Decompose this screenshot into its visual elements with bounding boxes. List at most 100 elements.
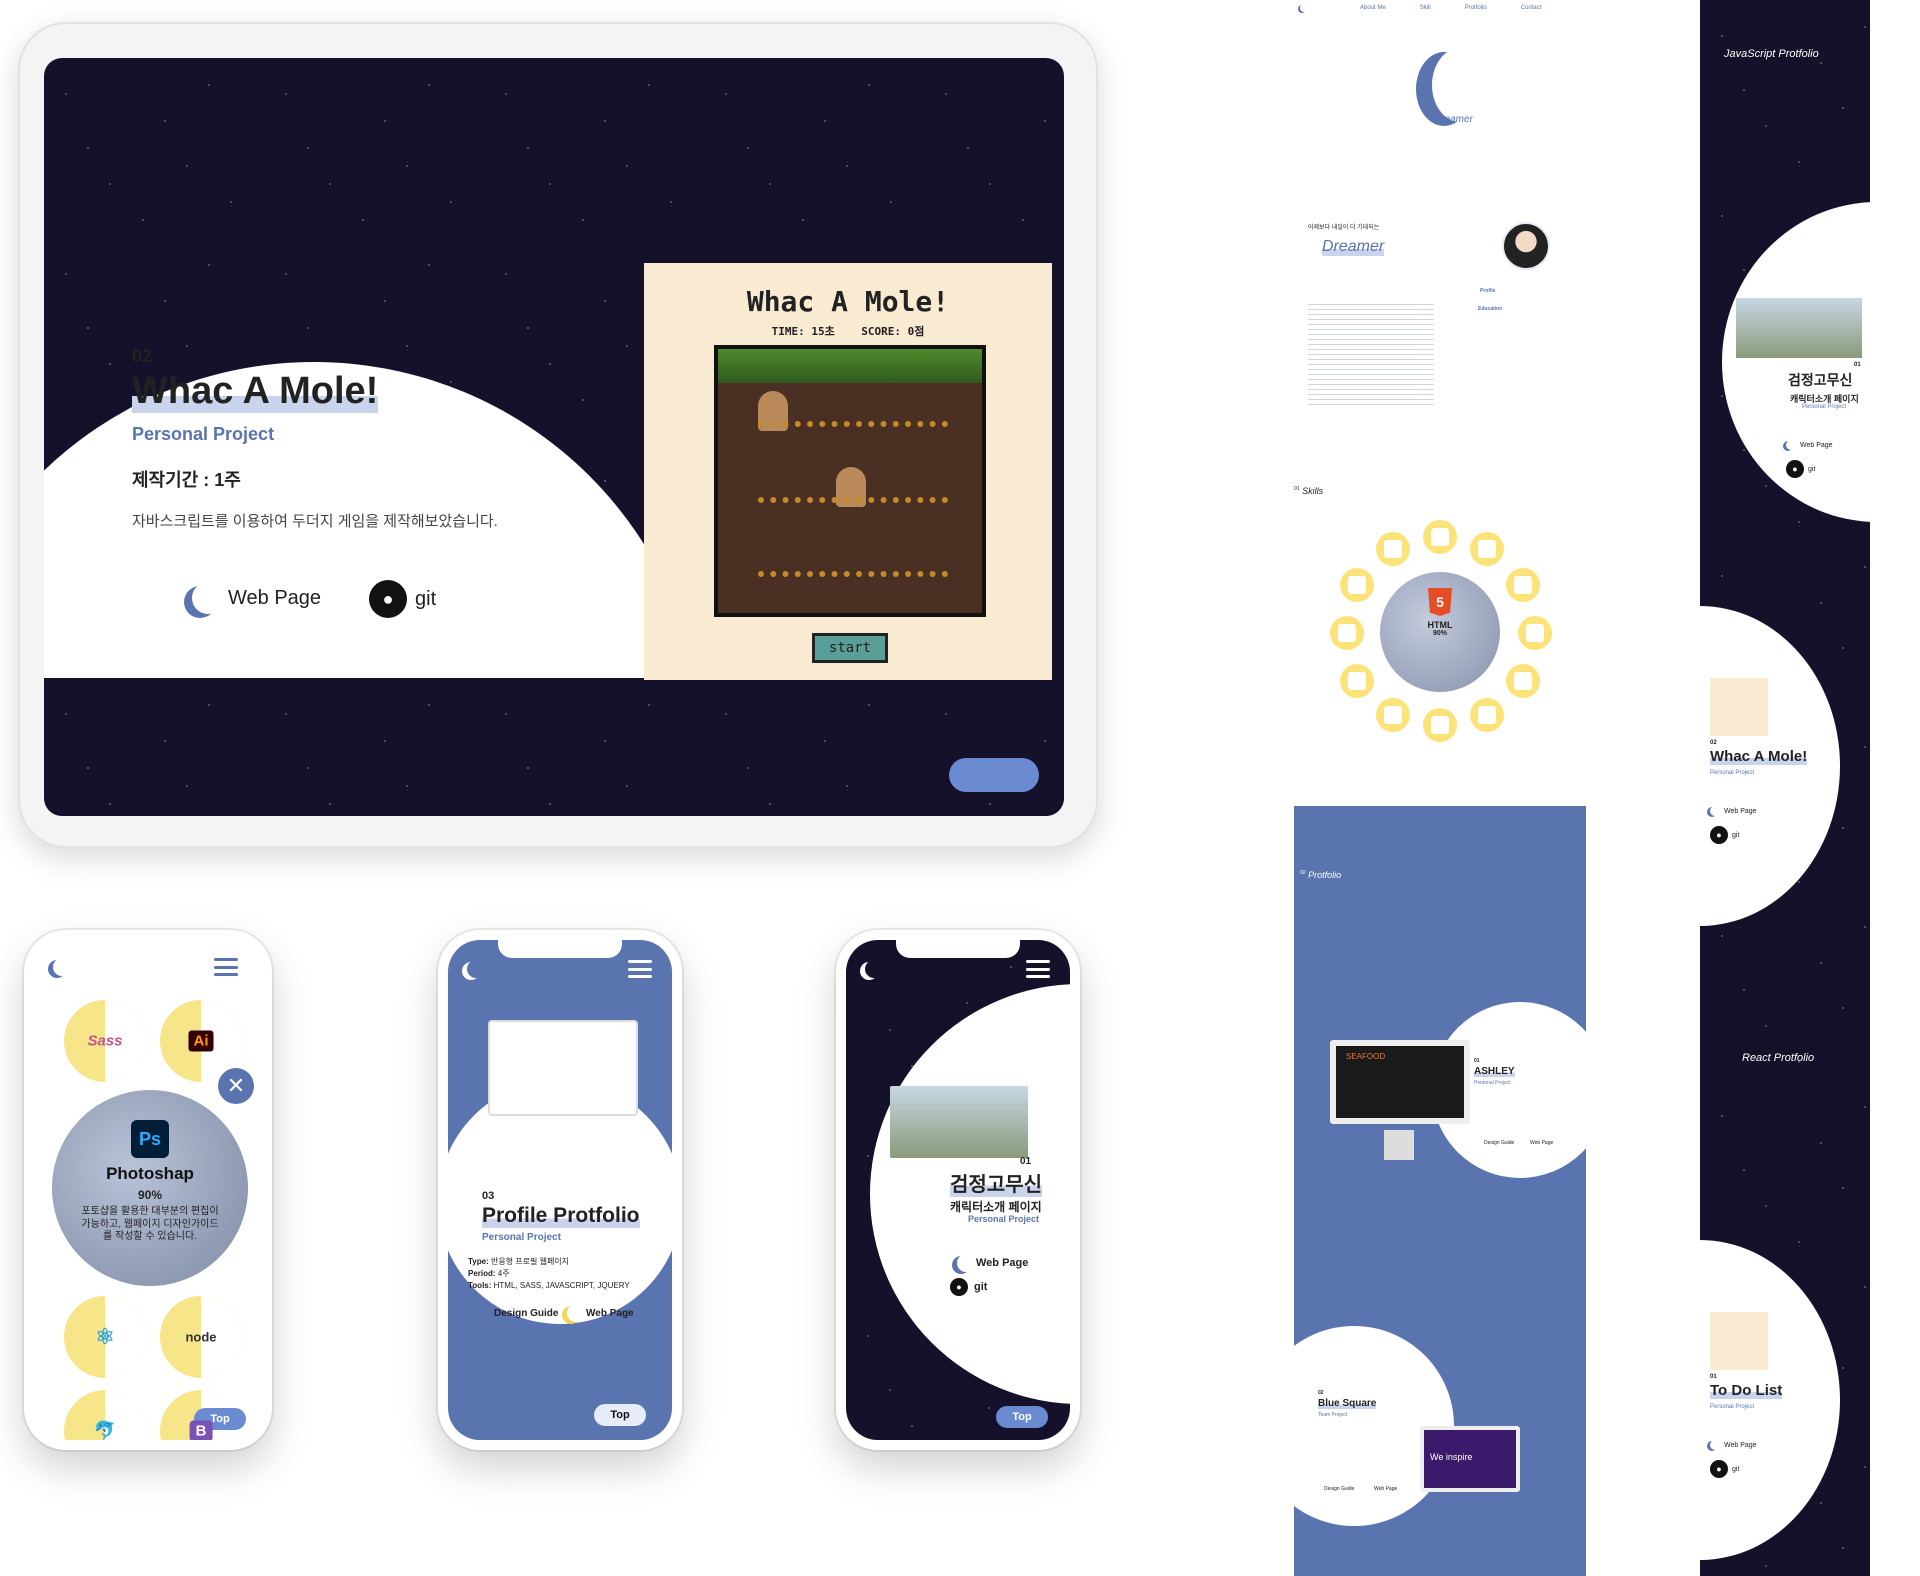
menu-icon[interactable]: [214, 958, 238, 976]
top-button[interactable]: Top: [996, 1406, 1048, 1428]
skill-bubble[interactable]: [1376, 698, 1410, 732]
phone2-top-bar: [462, 960, 652, 978]
git-link[interactable]: ● git: [950, 1278, 987, 1296]
ashley-web-link[interactable]: Web Page: [1530, 1140, 1553, 1146]
strip-item-3-web[interactable]: Web Page: [1710, 1440, 1757, 1450]
education-label: Education: [1478, 306, 1503, 312]
top-button[interactable]: Top: [594, 1404, 646, 1426]
hole-row-2: [758, 497, 948, 507]
logo-moon: [1432, 48, 1488, 122]
skill-ring: 5 HTML 90%: [1330, 520, 1552, 742]
skill-description: 포토샵을 활용한 대부분의 편집이 가능하고, 웹페이지 디자인가이드를 작성할…: [81, 1206, 219, 1242]
skill-bubble[interactable]: [1376, 532, 1410, 566]
phone1-top-bar: [48, 958, 238, 976]
number: 03: [482, 1190, 495, 1202]
nav-about[interactable]: About Me: [1360, 5, 1386, 11]
blue-square-monitor: We inspire: [1420, 1426, 1520, 1492]
tablet-screen: 02 Whac A Mole! Personal Project 제작기간 : …: [44, 58, 1064, 816]
character-image: [890, 1086, 1028, 1158]
strip-item-3-image: [1710, 1312, 1768, 1370]
about-paragraph: [1308, 300, 1434, 408]
html-moon: 5 HTML 90%: [1380, 572, 1500, 692]
skill-chip-react[interactable]: ⚛: [64, 1296, 146, 1378]
project-number: 02: [132, 346, 153, 366]
web-page-link[interactable]: Web Page: [184, 582, 321, 614]
ashley-monitor-stand: [1384, 1130, 1414, 1160]
skill-bubble[interactable]: [1518, 616, 1552, 650]
strip-item-1-git[interactable]: ● git: [1786, 460, 1815, 478]
web-page-link[interactable]: Web Page: [562, 1304, 634, 1322]
skill-percent: 90%: [137, 1188, 163, 1202]
web-page-label: Web Page: [228, 586, 322, 609]
strip-item-1-web[interactable]: Web Page: [1786, 440, 1833, 450]
skill-chip-sass[interactable]: Sass: [64, 1000, 146, 1082]
github-icon: ●: [950, 1278, 968, 1296]
blue-title: Blue Square: [1318, 1398, 1377, 1409]
desktop-nav: About Me Skill Protfolio Contact: [1300, 4, 1580, 12]
nav-protfolio[interactable]: Protfolio: [1465, 5, 1487, 11]
github-icon: ●: [369, 580, 407, 618]
phone-notch: [498, 940, 622, 958]
html5-icon: 5: [1428, 588, 1452, 616]
project-subtitle: Personal Project: [132, 424, 275, 444]
close-icon[interactable]: ✕: [218, 1068, 254, 1104]
phone-profile: 03 Profile Protfolio Personal Project Ty…: [438, 930, 682, 1450]
profile-label: Profile: [1480, 288, 1496, 294]
react-icon: ⚛: [95, 1324, 115, 1349]
phone-skills-screen: Sass Ai Ps Photoshap 90% 포토샵을 활용한 대부분의 편…: [34, 940, 262, 1440]
strip-item-3-git[interactable]: ● git: [1710, 1460, 1739, 1478]
skill-bubble[interactable]: [1470, 698, 1504, 732]
blue-web-link[interactable]: Web Page: [1374, 1486, 1397, 1492]
strip-item-2-web[interactable]: Web Page: [1710, 806, 1757, 816]
skill-bubble[interactable]: [1423, 708, 1457, 742]
strip-item-3-number: 01: [1710, 1374, 1717, 1380]
skill-chip-mysql[interactable]: 🐬: [64, 1390, 146, 1440]
project-meta: Type: 반응형 프로필 웹페이지 Period: 4주 Tools: HTM…: [468, 1257, 630, 1290]
skill-bubble[interactable]: [1506, 568, 1540, 602]
start-button[interactable]: start: [812, 633, 888, 663]
moon-icon[interactable]: [1300, 4, 1308, 12]
skill-bubble[interactable]: [1330, 616, 1364, 650]
react-heading: React Protfolio: [1742, 1052, 1815, 1064]
moon-icon: [1710, 806, 1720, 816]
profile-photo: [1502, 222, 1550, 270]
git-link[interactable]: ● git: [369, 580, 436, 618]
tablet-mockup: 02 Whac A Mole! Personal Project 제작기간 : …: [18, 22, 1098, 848]
blue-design-link[interactable]: Design Guide: [1324, 1486, 1354, 1492]
skill-bubble[interactable]: [1340, 568, 1374, 602]
menu-icon[interactable]: [628, 960, 652, 978]
moon-icon[interactable]: [467, 960, 485, 978]
skill-name: Photoshap: [106, 1164, 194, 1183]
protfolio-section: 02 Protfolio SEAFOOD 01 ASHLEY Personal …: [1294, 806, 1586, 1576]
moon-icon: [1710, 1440, 1720, 1450]
cloud-decoration: [949, 758, 1039, 792]
nav-contact[interactable]: Contact: [1521, 5, 1542, 11]
strip-item-1-number: 01: [1854, 362, 1861, 368]
moon-icon[interactable]: [865, 960, 883, 978]
strip-item-2-project: Personal Project: [1710, 770, 1755, 776]
phone-character-screen: 01 검정고무신 캐릭터소개 페이지 Personal Project Web …: [846, 940, 1070, 1440]
skill-chip-node[interactable]: node: [160, 1296, 242, 1378]
moon-icon[interactable]: [53, 958, 71, 976]
skill-bubble[interactable]: [1506, 664, 1540, 698]
web-page-link[interactable]: Web Page: [952, 1254, 1028, 1272]
game-board[interactable]: [714, 345, 986, 617]
ashley-title: ASHLEY: [1474, 1066, 1515, 1077]
phone3-top-bar: [860, 960, 1050, 978]
phone-character: 01 검정고무신 캐릭터소개 페이지 Personal Project Web …: [836, 930, 1080, 1450]
ashley-design-link[interactable]: Design Guide: [1484, 1140, 1514, 1146]
menu-icon[interactable]: [1026, 960, 1050, 978]
ashley-subtitle: Personal Project: [1474, 1080, 1511, 1086]
strip-item-2-git[interactable]: ● git: [1710, 826, 1739, 844]
js-heading: JavaScript Protfolio: [1724, 48, 1819, 60]
moon-icon: [1786, 440, 1796, 450]
nav-skill[interactable]: Skill: [1420, 5, 1431, 11]
ashley-monitor: SEAFOOD: [1330, 1040, 1470, 1124]
design-guide-link[interactable]: Design Guide: [470, 1304, 558, 1322]
skill-bubble[interactable]: [1340, 664, 1374, 698]
skill-bubble[interactable]: [1423, 520, 1457, 554]
number: 01: [1020, 1156, 1032, 1167]
strip-item-2-image: [1710, 678, 1768, 736]
mysql-icon: 🐬: [93, 1420, 117, 1441]
skill-bubble[interactable]: [1470, 532, 1504, 566]
